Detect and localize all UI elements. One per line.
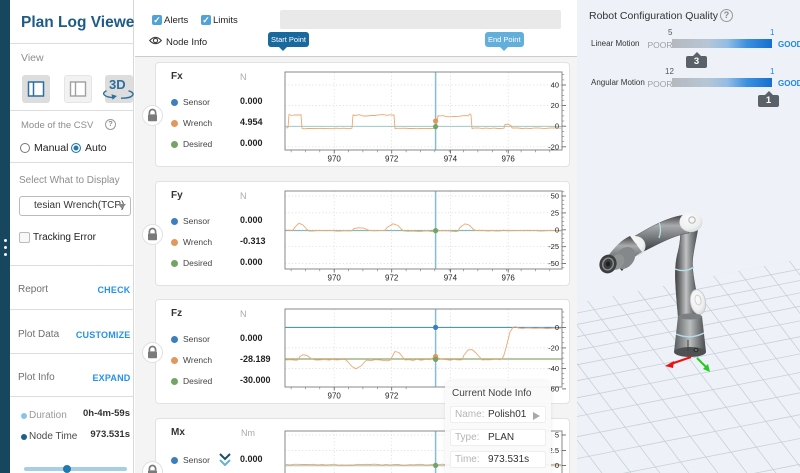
svg-text:-25: -25 — [548, 242, 559, 251]
svg-text:0: 0 — [555, 461, 559, 470]
svg-text:972: 972 — [385, 155, 399, 164]
svg-text:976: 976 — [502, 274, 516, 283]
svg-text:-40: -40 — [548, 364, 559, 373]
svg-text:972: 972 — [385, 392, 399, 401]
svg-text:3D: 3D — [109, 77, 126, 92]
svg-text:970: 970 — [328, 155, 342, 164]
svg-text:974: 974 — [444, 155, 458, 164]
svg-text:-20: -20 — [548, 142, 559, 151]
svg-text:20: 20 — [551, 101, 559, 110]
svg-text:0: 0 — [555, 122, 559, 131]
svg-text:972: 972 — [385, 274, 399, 283]
svg-text:970: 970 — [328, 274, 342, 283]
svg-text:-50: -50 — [548, 259, 559, 268]
svg-text:0: 0 — [555, 225, 559, 234]
svg-text:5: 5 — [555, 431, 559, 440]
svg-text:976: 976 — [502, 155, 516, 164]
svg-text:970: 970 — [328, 392, 342, 401]
svg-text:40: 40 — [551, 81, 559, 90]
svg-text:0: 0 — [555, 323, 559, 332]
svg-text:50: 50 — [551, 192, 559, 201]
svg-text:-20: -20 — [548, 343, 559, 352]
svg-text:25: 25 — [551, 208, 559, 217]
svg-text:974: 974 — [444, 274, 458, 283]
